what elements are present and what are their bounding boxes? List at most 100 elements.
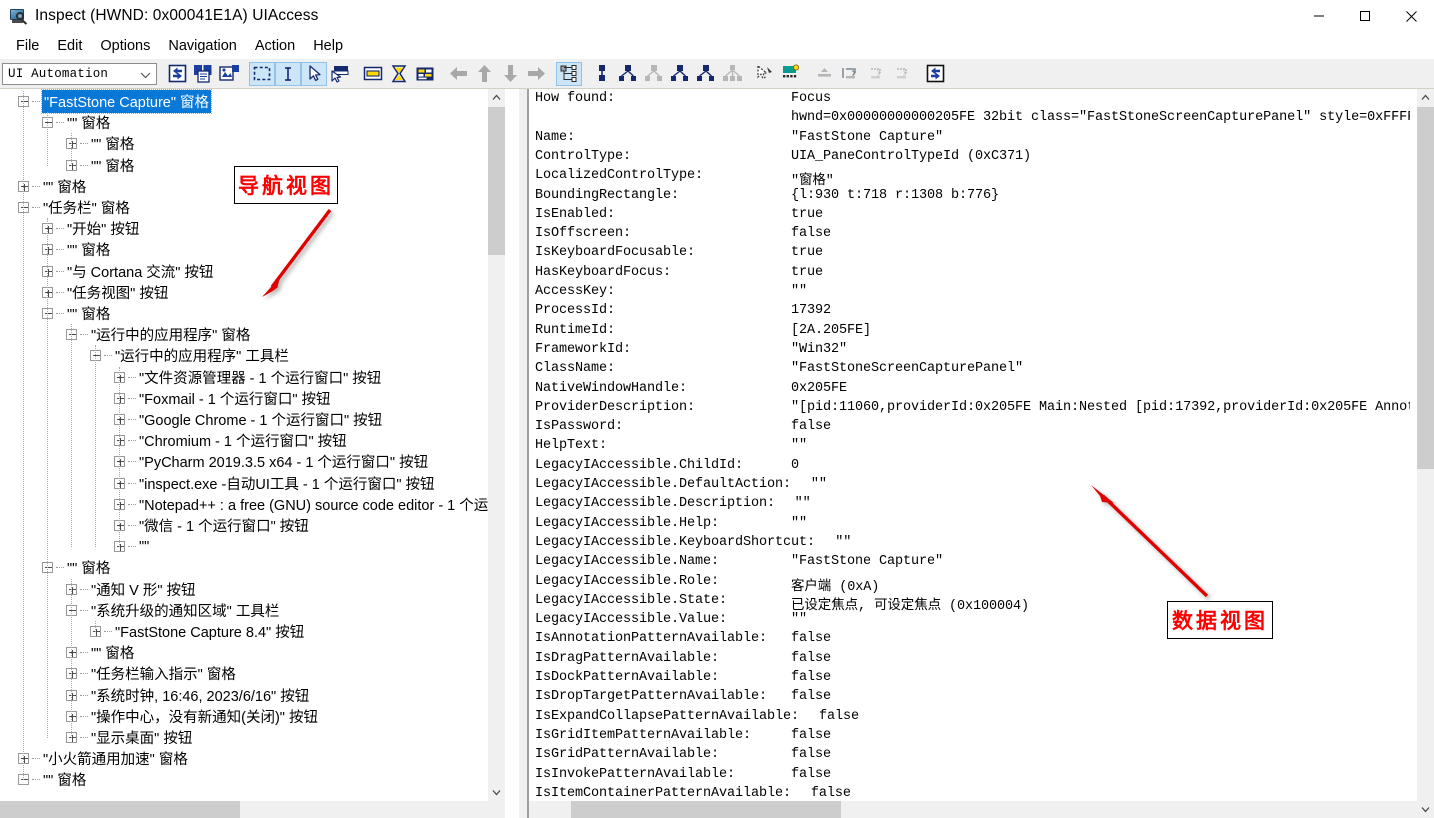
node-parent-button[interactable] xyxy=(615,62,641,86)
scroll-up-icon[interactable] xyxy=(488,89,505,106)
tree-item[interactable]: "" 窗格 xyxy=(42,239,111,260)
properties-vertical-scrollbar[interactable] xyxy=(1417,89,1434,818)
node-first-child-button[interactable] xyxy=(693,62,719,86)
tree-item[interactable]: "小火箭通用加速" 窗格 xyxy=(18,748,189,769)
copy-all-button[interactable] xyxy=(190,62,216,86)
navigate-down-button[interactable] xyxy=(497,62,523,86)
scroll-thumb[interactable] xyxy=(1417,107,1434,469)
tree-connector xyxy=(128,461,136,463)
scroll-thumb-horizontal[interactable] xyxy=(571,801,841,818)
tree-item[interactable]: "FastStone Capture" 窗格 xyxy=(18,89,213,114)
show-toolbar-button[interactable] xyxy=(360,62,386,86)
tree-item[interactable]: "" 窗格 xyxy=(42,557,111,578)
properties-list[interactable]: How found: Focus hwnd=0x00000000000205FE 3… xyxy=(527,89,1410,818)
tree-item[interactable]: "通知 V 形" 按钮 xyxy=(66,579,197,600)
tree-item[interactable]: "任务视图" 按钮 xyxy=(42,282,169,303)
tree-item[interactable]: "" 窗格 xyxy=(42,303,111,324)
property-value: true xyxy=(791,245,824,261)
navigate-up-button[interactable] xyxy=(471,62,497,86)
highlight-rectangle-button[interactable] xyxy=(327,62,353,86)
scroll-up-icon[interactable] xyxy=(1417,89,1434,106)
tree-item-label: "" xyxy=(139,538,150,555)
tree-item-label: "" 窗格 xyxy=(91,158,135,175)
tree-item[interactable]: "微信 - 1 个运行窗口" 按钮 xyxy=(114,515,310,536)
tree-item[interactable]: "任务栏" 窗格 xyxy=(18,197,131,218)
watch-focus-button[interactable] xyxy=(249,61,275,86)
tree-item[interactable]: "系统时钟, 16:46, 2023/6/16" 按钮 xyxy=(66,685,310,706)
tree-item[interactable]: "PyCharm 2019.3.5 x64 - 1 个运行窗口" 按钮 xyxy=(114,451,429,472)
menu-edit[interactable]: Edit xyxy=(48,36,91,56)
node-root-button[interactable] xyxy=(589,62,615,86)
tree-connector xyxy=(32,758,40,760)
tree-item[interactable]: "" 窗格 xyxy=(42,112,111,133)
menu-help[interactable]: Help xyxy=(304,36,352,56)
dock-float-button[interactable] xyxy=(889,62,915,86)
tree-view-button[interactable] xyxy=(556,61,582,86)
watch-caret-button[interactable] xyxy=(275,61,301,86)
pane-splitter[interactable] xyxy=(519,89,527,818)
tree-connector xyxy=(128,419,136,420)
tree-item[interactable]: "" 窗格 xyxy=(66,642,135,663)
refresh-button[interactable] xyxy=(164,62,190,86)
show-hourglass-button[interactable] xyxy=(386,62,412,86)
tree-vertical-scrollbar[interactable] xyxy=(488,89,505,801)
tree-connector xyxy=(56,122,64,124)
tree-item[interactable]: "与 Cortana 交流" 按钮 xyxy=(42,261,214,282)
tree-item[interactable]: "显示桌面" 按钮 xyxy=(66,727,193,748)
tree-guide-line xyxy=(47,112,48,166)
property-value: "" xyxy=(791,515,808,531)
tree-item[interactable]: "Chromium - 1 个运行窗口" 按钮 xyxy=(114,430,348,451)
refresh-view-button[interactable] xyxy=(922,62,948,86)
node-previous-sibling-button[interactable] xyxy=(641,62,667,86)
menu-navigation[interactable]: Navigation xyxy=(159,36,246,56)
tree-item[interactable]: "Foxmail - 1 个运行窗口" 按钮 xyxy=(114,388,332,409)
dock-right-button[interactable] xyxy=(863,62,889,86)
property-value: "" xyxy=(791,284,808,299)
menu-options[interactable]: Options xyxy=(91,36,159,56)
menu-file[interactable]: File xyxy=(7,36,48,56)
scroll-thumb[interactable] xyxy=(488,107,505,255)
event-monitor-button[interactable] xyxy=(778,62,804,86)
tree-item[interactable]: "系统升级的通知区域" 工具栏 xyxy=(66,600,280,621)
tree-item[interactable]: "操作中心，没有新通知(关闭)" 按钮 xyxy=(66,706,319,727)
property-value: "" xyxy=(791,612,808,628)
tree-item[interactable]: "运行中的应用程序" 窗格 xyxy=(66,324,251,345)
tree-item[interactable]: "FastStone Capture 8.4" 按钮 xyxy=(90,621,305,642)
tree-guide-line xyxy=(119,366,120,548)
node-descendants-button[interactable] xyxy=(719,62,745,86)
tree-item[interactable]: "运行中的应用程序" 工具栏 xyxy=(90,345,290,366)
tree-item[interactable]: "" 窗格 xyxy=(18,176,87,197)
navigate-back-button[interactable] xyxy=(445,62,471,86)
mode-selector-combobox[interactable]: UI Automation xyxy=(2,62,157,85)
scroll-down-icon[interactable] xyxy=(1417,801,1434,818)
dock-top-button[interactable] xyxy=(811,62,837,86)
show-properties-button[interactable] xyxy=(412,62,438,86)
tree-item[interactable]: "任务栏输入指示" 窗格 xyxy=(66,663,237,684)
tree-item[interactable]: "Notepad++ : a free (GNU) source code ed… xyxy=(114,494,489,515)
node-next-sibling-button[interactable] xyxy=(667,62,693,86)
close-button[interactable] xyxy=(1388,0,1434,32)
property-key: LegacyIAccessible.Name: xyxy=(535,554,720,570)
scroll-thumb-horizontal[interactable] xyxy=(0,801,240,818)
dock-left-button[interactable] xyxy=(837,62,863,86)
tree-item[interactable]: "" 窗格 xyxy=(66,155,135,176)
minimize-button[interactable] xyxy=(1296,0,1342,32)
tree-item[interactable]: "" 窗格 xyxy=(18,769,87,790)
tree-item[interactable]: "inspect.exe -自动UI工具 - 1 个运行窗口" 按钮 xyxy=(114,473,436,494)
maximize-button[interactable] xyxy=(1342,0,1388,32)
tree-horizontal-scrollbar[interactable] xyxy=(0,801,505,818)
watch-cursor-button[interactable] xyxy=(301,61,327,86)
menu-action[interactable]: Action xyxy=(246,36,304,56)
properties-horizontal-scrollbar[interactable] xyxy=(529,801,1417,818)
property-value: 0 xyxy=(791,457,800,473)
copy-settings-button[interactable] xyxy=(216,62,242,86)
tree-item[interactable]: "开始" 按钮 xyxy=(42,218,140,239)
scroll-down-icon[interactable] xyxy=(488,784,505,801)
select-element-button[interactable] xyxy=(752,62,778,86)
tree-item[interactable]: "" 窗格 xyxy=(66,133,135,154)
tree-item[interactable]: "Google Chrome - 1 个运行窗口" 按钮 xyxy=(114,409,383,430)
menu-bar: File Edit Options Navigation Action Help xyxy=(0,32,1434,59)
navigate-forward-button[interactable] xyxy=(523,62,549,86)
tree-item[interactable]: "文件资源管理器 - 1 个运行窗口" 按钮 xyxy=(114,367,382,388)
property-value: false xyxy=(791,419,832,435)
